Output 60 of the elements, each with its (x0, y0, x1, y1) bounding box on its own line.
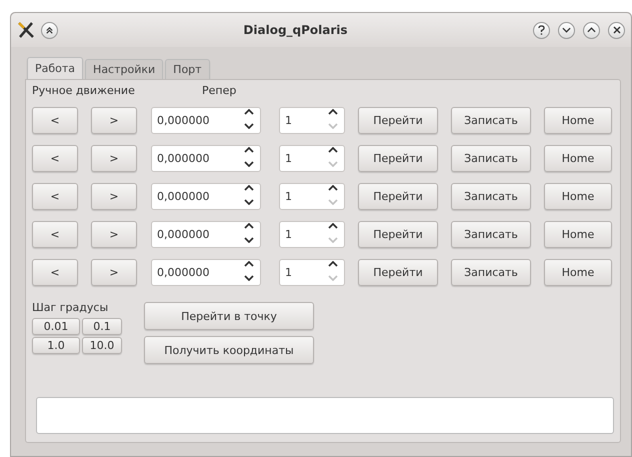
action-button[interactable]: Перейти в точку (144, 302, 314, 330)
reference-spinbox[interactable]: 1 (279, 107, 345, 134)
window-title: Dialog_qPolaris (242, 23, 349, 37)
home-button[interactable]: Home (544, 183, 612, 210)
step-left-button[interactable]: < (32, 145, 78, 172)
step-right-button[interactable]: > (91, 107, 137, 134)
section-label: Ручное движение (32, 84, 136, 97)
maximize-button[interactable] (583, 22, 600, 38)
chevron-down-icon (562, 27, 571, 33)
step-left-button[interactable]: < (32, 183, 78, 210)
action-button[interactable]: Получить координаты (144, 336, 314, 364)
angle-spinbox[interactable]: 0,000000 (151, 221, 261, 248)
column-label: Репер (202, 84, 236, 97)
save-button[interactable]: Записать (451, 183, 531, 210)
angle-spinbox[interactable]: 0,000000 (151, 183, 261, 210)
reference-spinbox[interactable]: 1 (279, 183, 345, 210)
double-chevron-up-icon (45, 26, 54, 34)
step-right-button[interactable]: > (91, 259, 137, 286)
go-button[interactable]: Перейти (358, 145, 438, 172)
angle-spinbox[interactable]: 0,000000 (151, 145, 261, 172)
go-button[interactable]: Перейти (358, 259, 438, 286)
close-icon (612, 26, 620, 34)
home-button[interactable]: Home (544, 221, 612, 248)
tab[interactable]: Настройки (85, 59, 164, 79)
step-label: Шаг градусы (32, 301, 110, 314)
output-field[interactable] (36, 397, 614, 434)
step-right-button[interactable]: > (91, 145, 137, 172)
tab[interactable]: Порт (165, 59, 210, 79)
chevron-up-icon (587, 27, 596, 33)
home-button[interactable]: Home (544, 145, 612, 172)
step-right-button[interactable]: > (91, 183, 137, 210)
app-logo-icon (17, 22, 35, 38)
step-right-button[interactable]: > (91, 221, 137, 248)
angle-spinbox[interactable]: 0,000000 (151, 107, 261, 134)
go-button[interactable]: Перейти (358, 183, 438, 210)
reference-spinbox[interactable]: 1 (279, 221, 345, 248)
save-button[interactable]: Записать (451, 107, 531, 134)
step-size-button[interactable]: 1.0 (32, 337, 80, 354)
step-size-button[interactable]: 10.0 (82, 337, 122, 354)
step-left-button[interactable]: < (32, 221, 78, 248)
step-size-button[interactable]: 0.01 (32, 318, 80, 335)
help-icon (537, 25, 546, 35)
tab[interactable]: Работа (27, 57, 84, 79)
reference-spinbox[interactable]: 1 (279, 259, 345, 286)
minimize-button[interactable] (558, 22, 575, 38)
home-button[interactable]: Home (544, 107, 612, 134)
keep-above-button[interactable] (41, 22, 58, 38)
step-size-button[interactable]: 0.1 (82, 318, 122, 335)
go-button[interactable]: Перейти (358, 107, 438, 134)
save-button[interactable]: Записать (451, 221, 531, 248)
step-left-button[interactable]: < (32, 259, 78, 286)
close-button[interactable] (608, 22, 625, 38)
angle-spinbox[interactable]: 0,000000 (151, 259, 261, 286)
save-button[interactable]: Записать (451, 259, 531, 286)
home-button[interactable]: Home (544, 259, 612, 286)
go-button[interactable]: Перейти (358, 221, 438, 248)
step-left-button[interactable]: < (32, 107, 78, 134)
help-button[interactable] (533, 22, 550, 38)
reference-spinbox[interactable]: 1 (279, 145, 345, 172)
save-button[interactable]: Записать (451, 145, 531, 172)
